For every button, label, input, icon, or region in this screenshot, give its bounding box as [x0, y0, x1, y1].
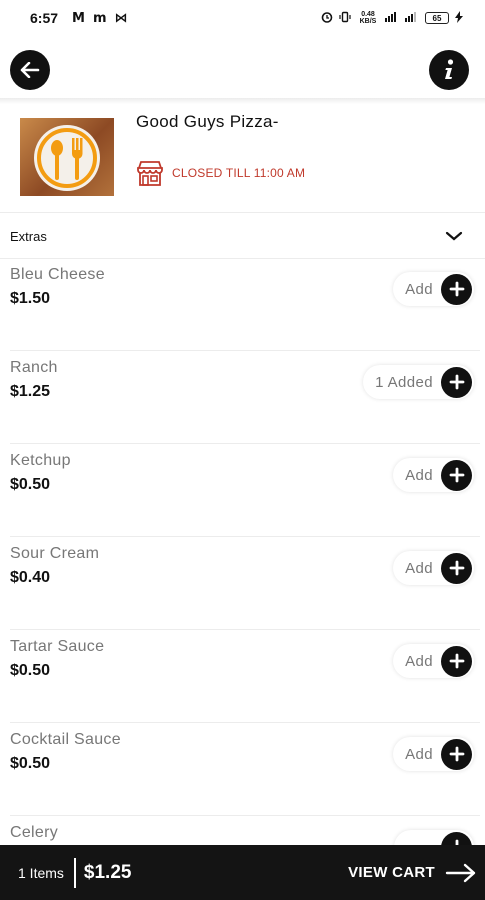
add-button[interactable]: Add — [393, 458, 474, 492]
signal-icon — [385, 11, 399, 25]
view-cart-button[interactable]: VIEW CART — [348, 863, 477, 883]
back-button[interactable] — [10, 50, 50, 90]
item-name: Tartar Sauce — [10, 638, 105, 655]
plus-icon — [441, 552, 472, 584]
add-button[interactable]: Add — [393, 272, 474, 306]
list-item: Sour Cream $0.40 Add — [10, 537, 480, 630]
restaurant-name: Good Guys Pizza- — [136, 112, 279, 131]
item-name: Celery — [10, 824, 59, 841]
cart-bar[interactable]: 1 Items $1.25 VIEW CART — [0, 845, 485, 900]
status-bar: 6:57 M m ⋈ 0.48 KB/S 65 — [0, 0, 485, 36]
status-left: 6:57 M m ⋈ — [30, 10, 128, 26]
plus-icon — [441, 273, 472, 305]
add-button[interactable]: Add — [393, 644, 474, 678]
status-right: 0.48 KB/S 65 — [321, 10, 463, 26]
closed-status-text: CLOSED TILL 11:00 AM — [172, 166, 306, 180]
chevron-down-icon — [445, 231, 463, 241]
add-button-label: Add — [405, 652, 433, 670]
plus-icon — [441, 645, 472, 677]
item-name: Sour Cream — [10, 545, 100, 562]
view-cart-label: VIEW CART — [348, 864, 435, 881]
item-name: Ketchup — [10, 452, 71, 469]
arrow-right-icon — [445, 863, 476, 882]
top-nav — [0, 42, 485, 98]
info-button[interactable] — [429, 50, 469, 90]
item-name: Cocktail Sauce — [10, 731, 121, 748]
info-icon — [445, 59, 454, 79]
vibrate-icon — [339, 11, 351, 26]
item-name: Bleu Cheese — [10, 266, 105, 283]
restaurant-logo — [20, 118, 114, 196]
network-speed: 0.48 KB/S — [359, 11, 377, 25]
plus-icon — [441, 459, 472, 491]
item-price: $1.50 — [10, 290, 51, 307]
list-item: Ketchup $0.50 Add — [10, 444, 480, 537]
closed-status: CLOSED TILL 11:00 AM — [136, 160, 305, 186]
app-notification-icon: m — [92, 10, 107, 26]
cart-item-count: 1 Items — [18, 864, 64, 881]
status-time: 6:57 — [30, 10, 59, 26]
add-button[interactable]: Add — [393, 551, 474, 585]
list-item: Tartar Sauce $0.50 Add — [10, 630, 480, 723]
add-button-label: Add — [405, 559, 433, 577]
signal-icon-2 — [405, 11, 419, 25]
add-button-label: Add — [405, 466, 433, 484]
item-price: $0.40 — [10, 569, 51, 586]
alarm-icon — [321, 11, 333, 26]
plus-icon — [441, 366, 472, 398]
item-price: $0.50 — [10, 662, 51, 679]
category-extras[interactable]: Extras — [0, 214, 485, 258]
cart-total: $1.25 — [83, 861, 132, 883]
item-name: Ranch — [10, 359, 58, 376]
list-item: Cocktail Sauce $0.50 Add — [10, 723, 480, 816]
plus-icon — [441, 738, 472, 770]
list-item: Bleu Cheese $1.50 Add — [10, 258, 480, 351]
arrow-left-icon — [20, 62, 40, 78]
cart-separator — [73, 857, 76, 888]
restaurant-header: Good Guys Pizza- CLOSED TILL 11:00 AM — [0, 108, 485, 212]
store-icon — [137, 161, 163, 186]
added-button[interactable]: 1 Added — [363, 365, 474, 399]
gmail-icon: M — [72, 10, 85, 26]
list-item: Ranch $1.25 1 Added — [10, 351, 480, 444]
item-price: $0.50 — [10, 476, 51, 493]
add-button-label: Add — [405, 280, 433, 298]
add-button-label: 1 Added — [375, 373, 433, 391]
add-button[interactable]: Add — [393, 737, 474, 771]
nav-divider — [0, 98, 485, 104]
app-notification-icon-2: ⋈ — [114, 10, 128, 26]
charging-icon — [455, 10, 463, 26]
item-price: $1.25 — [10, 383, 51, 400]
header-divider — [0, 212, 485, 213]
category-label: Extras — [10, 228, 47, 244]
add-button-label: Add — [405, 745, 433, 763]
item-price: $0.50 — [10, 755, 51, 772]
battery-icon: 65 — [425, 12, 449, 24]
